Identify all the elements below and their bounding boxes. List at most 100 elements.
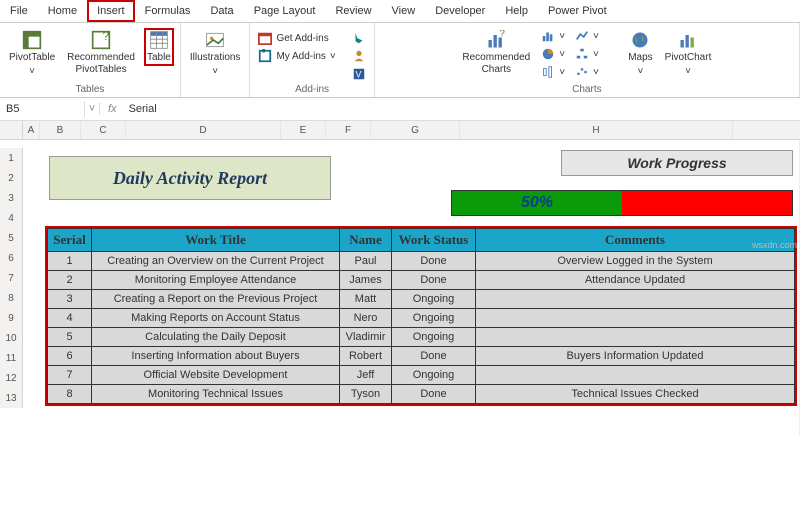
cell[interactable]: Done (392, 252, 476, 271)
cell[interactable]: Matt (340, 290, 392, 309)
cell[interactable]: Official Website Development (92, 366, 340, 385)
menu-home[interactable]: Home (38, 0, 87, 22)
cell[interactable]: 1 (48, 252, 92, 271)
cell[interactable]: Vladimir (340, 328, 392, 347)
fx-label[interactable]: fx (100, 103, 125, 115)
my-addins-button[interactable]: My Add-ins ˅ (256, 48, 337, 64)
cell[interactable]: Done (392, 347, 476, 366)
cell[interactable]: Creating an Overview on the Current Proj… (92, 252, 340, 271)
row-head-7[interactable]: 7 (0, 268, 23, 288)
cell[interactable]: Calculating the Daily Deposit (92, 328, 340, 347)
cell[interactable]: 2 (48, 271, 92, 290)
col-head-E[interactable]: E (281, 121, 326, 139)
cell[interactable] (476, 290, 795, 309)
col-head-H[interactable]: H (460, 121, 733, 139)
table-row[interactable]: 5Calculating the Daily DepositVladimirOn… (48, 328, 795, 347)
cell[interactable]: Attendance Updated (476, 271, 795, 290)
cell[interactable]: Inserting Information about Buyers (92, 347, 340, 366)
grid-area[interactable]: Daily Activity Report Work Progress 50% … (23, 140, 800, 436)
recommended-pivottables-button[interactable]: ? Recommended PivotTables (64, 28, 138, 78)
row-head-12[interactable]: 12 (0, 368, 23, 388)
cell[interactable]: Nero (340, 309, 392, 328)
cell[interactable]: Jeff (340, 366, 392, 385)
cell[interactable]: Robert (340, 347, 392, 366)
cell[interactable]: 3 (48, 290, 92, 309)
cell[interactable] (476, 366, 795, 385)
cell[interactable]: Ongoing (392, 366, 476, 385)
table-row[interactable]: 7Official Website DevelopmentJeffOngoing (48, 366, 795, 385)
bing-maps-addin-button[interactable] (350, 30, 368, 46)
menu-view[interactable]: View (382, 0, 426, 22)
cell[interactable]: 8 (48, 385, 92, 404)
pivottable-button[interactable]: PivotTable ˅ (6, 28, 58, 80)
name-box[interactable]: B5 (0, 101, 85, 117)
col-head-D[interactable]: D (126, 121, 281, 139)
cell[interactable]: Ongoing (392, 290, 476, 309)
hierarchy-chart-button[interactable]: ˅ (573, 46, 601, 62)
menu-help[interactable]: Help (495, 0, 538, 22)
cell[interactable]: Tyson (340, 385, 392, 404)
col-name[interactable]: Name (340, 229, 392, 252)
col-head-B[interactable]: B (40, 121, 81, 139)
cell[interactable]: Making Reports on Account Status (92, 309, 340, 328)
cell[interactable]: 4 (48, 309, 92, 328)
cell[interactable]: Done (392, 385, 476, 404)
row-head-9[interactable]: 9 (0, 308, 23, 328)
visio-addin-button[interactable]: V (350, 66, 368, 82)
table-row[interactable]: 4Making Reports on Account StatusNeroOng… (48, 309, 795, 328)
pie-chart-button[interactable]: ˅ (539, 46, 567, 62)
cell[interactable]: Paul (340, 252, 392, 271)
maps-button[interactable]: Maps ˅ (625, 28, 655, 80)
name-box-dropdown[interactable]: ˅ (85, 103, 100, 115)
cell[interactable]: Done (392, 271, 476, 290)
col-comments[interactable]: Comments (476, 229, 795, 252)
recommended-charts-button[interactable]: ? Recommended Charts (459, 28, 533, 78)
scatter-chart-button[interactable]: ˅ (573, 64, 601, 80)
select-all-corner[interactable] (0, 121, 23, 139)
menu-powerpivot[interactable]: Power Pivot (538, 0, 617, 22)
cell[interactable]: Monitoring Technical Issues (92, 385, 340, 404)
col-worktitle[interactable]: Work Title (92, 229, 340, 252)
cell[interactable] (476, 309, 795, 328)
column-chart-button[interactable]: ˅ (539, 28, 567, 44)
cell[interactable]: Creating a Report on the Previous Projec… (92, 290, 340, 309)
row-head-5[interactable]: 5 (0, 228, 23, 248)
pivotchart-button[interactable]: PivotChart ˅ (662, 28, 715, 80)
row-head-13[interactable]: 13 (0, 388, 23, 408)
cell[interactable]: Overview Logged in the System (476, 252, 795, 271)
row-head-6[interactable]: 6 (0, 248, 23, 268)
col-head-A[interactable]: A (23, 121, 40, 139)
menu-data[interactable]: Data (200, 0, 243, 22)
cell[interactable]: Buyers Information Updated (476, 347, 795, 366)
cell[interactable]: Technical Issues Checked (476, 385, 795, 404)
row-head-1[interactable]: 1 (0, 148, 23, 168)
table-row[interactable]: 1Creating an Overview on the Current Pro… (48, 252, 795, 271)
table-row[interactable]: 2Monitoring Employee AttendanceJamesDone… (48, 271, 795, 290)
people-graph-addin-button[interactable] (350, 48, 368, 64)
table-row[interactable]: 8Monitoring Technical IssuesTysonDoneTec… (48, 385, 795, 404)
menu-insert[interactable]: Insert (87, 0, 135, 22)
col-head-F[interactable]: F (326, 121, 371, 139)
cell[interactable]: Ongoing (392, 309, 476, 328)
row-head-4[interactable]: 4 (0, 208, 23, 228)
menu-developer[interactable]: Developer (425, 0, 495, 22)
cell[interactable]: 7 (48, 366, 92, 385)
cell[interactable]: Ongoing (392, 328, 476, 347)
row-head-11[interactable]: 11 (0, 348, 23, 368)
col-status[interactable]: Work Status (392, 229, 476, 252)
statistic-chart-button[interactable]: ˅ (539, 64, 567, 80)
col-serial[interactable]: Serial (48, 229, 92, 252)
menu-file[interactable]: File (0, 0, 38, 22)
cell[interactable]: 5 (48, 328, 92, 347)
col-head-C[interactable]: C (81, 121, 126, 139)
formula-input[interactable]: Serial (125, 103, 157, 115)
cell[interactable]: Monitoring Employee Attendance (92, 271, 340, 290)
table-button[interactable]: Table (144, 28, 174, 66)
col-head-G[interactable]: G (371, 121, 460, 139)
table-row[interactable]: 3Creating a Report on the Previous Proje… (48, 290, 795, 309)
cell[interactable] (476, 328, 795, 347)
table-row[interactable]: 6Inserting Information about BuyersRober… (48, 347, 795, 366)
row-head-8[interactable]: 8 (0, 288, 23, 308)
cell[interactable]: James (340, 271, 392, 290)
menu-review[interactable]: Review (325, 0, 381, 22)
